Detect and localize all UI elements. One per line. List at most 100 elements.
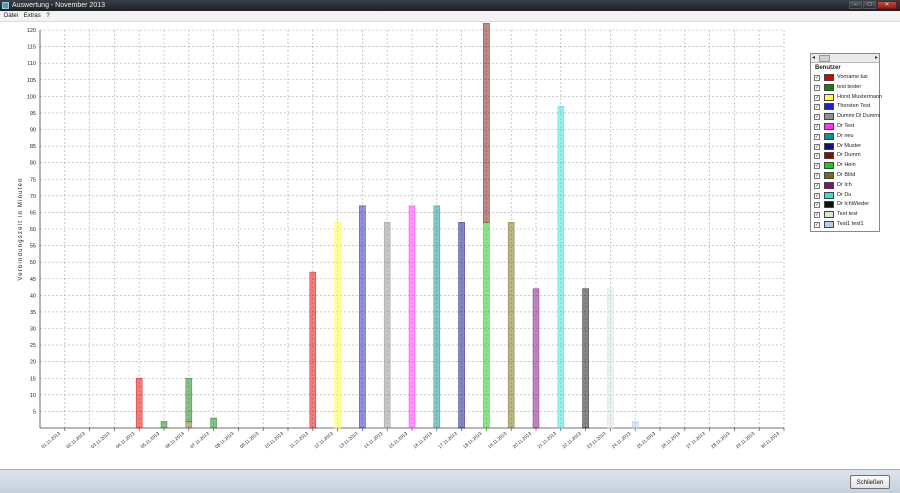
bar-segment	[507, 222, 515, 429]
bar-segment	[135, 377, 143, 429]
window-title: Auswertung - November 2013	[12, 2, 105, 9]
y-tick-label: 70	[30, 194, 36, 200]
legend-item[interactable]: ✓ Test test	[814, 210, 880, 219]
x-tick-label: 13.11.2013	[338, 431, 359, 450]
legend-item[interactable]: ✓ Dr Test	[814, 122, 880, 131]
legend-label: Dr Dumm	[837, 152, 861, 159]
maximize-button[interactable]: □	[863, 1, 876, 9]
legend-checkbox[interactable]: ✓	[814, 212, 820, 219]
scroll-right-icon[interactable]: ▸	[875, 54, 878, 62]
legend-swatch	[824, 172, 834, 179]
legend-checkbox[interactable]: ✓	[814, 84, 820, 91]
x-tick-label: 20.11.2013	[512, 431, 533, 450]
y-tick-label: 95	[30, 111, 36, 117]
bar-segment	[458, 222, 465, 429]
legend-swatch	[824, 123, 834, 130]
legend-swatch	[824, 191, 834, 199]
y-tick-label: 75	[30, 177, 36, 183]
legend-swatch	[824, 201, 834, 209]
legend-checkbox[interactable]: ✓	[814, 94, 820, 101]
x-tick-label: 11.11.2013	[289, 431, 310, 449]
legend-checkbox[interactable]: ✓	[814, 222, 820, 228]
legend-item[interactable]: ✓ Dummi Di Dummi	[814, 112, 880, 121]
legend-checkbox[interactable]: ✓	[814, 202, 820, 209]
y-tick-label: 105	[27, 78, 36, 84]
x-tick-label: 01.11.2013	[40, 431, 61, 450]
legend-item[interactable]: ✓ Dr IchWieder	[814, 200, 880, 209]
app-icon	[2, 2, 9, 9]
window-titlebar: Auswertung - November 2013 – □ ✕	[0, 0, 900, 11]
legend-checkbox[interactable]: ✓	[814, 143, 820, 150]
bottom-bar: Schließen	[0, 469, 900, 493]
legend-label: Dr neu	[837, 132, 854, 139]
legend-checkbox[interactable]: ✓	[814, 114, 820, 121]
legend-checkbox[interactable]: ✓	[814, 163, 820, 170]
menu-help[interactable]: ?	[46, 13, 49, 19]
legend-item[interactable]: ✓ Thorsten Test	[814, 102, 880, 111]
y-tick-label: 15	[30, 376, 36, 382]
close-button[interactable]: Schließen	[850, 475, 890, 489]
y-tick-label: 5	[33, 409, 36, 415]
y-tick-label: 65	[30, 210, 36, 216]
bar-segment	[532, 288, 540, 429]
scrollbar-thumb[interactable]	[819, 55, 830, 62]
x-tick-label: 28.11.2013	[710, 431, 731, 450]
menu-extras[interactable]: Extras	[24, 13, 41, 19]
legend-label: Dr IchWieder	[837, 201, 870, 208]
menu-datei[interactable]: Datei	[4, 13, 18, 19]
minimize-button[interactable]: –	[849, 1, 862, 9]
bar-segment	[309, 271, 317, 429]
x-tick-label: 29.11.2013	[735, 431, 756, 450]
y-tick-label: 60	[30, 227, 36, 233]
legend-item[interactable]: ✓ Dr Du	[814, 191, 880, 200]
bar-segment	[483, 222, 490, 429]
close-window-button[interactable]: ✕	[877, 1, 897, 9]
bar-segment	[359, 205, 366, 429]
legend-swatch	[824, 93, 834, 101]
legend-swatch	[824, 113, 834, 121]
legend-swatch	[824, 221, 834, 228]
legend-label: Dr Du	[837, 191, 852, 198]
legend-item[interactable]: ✓ Dr neu	[814, 132, 880, 141]
bar-segment	[160, 421, 168, 429]
legend-checkbox[interactable]: ✓	[814, 182, 820, 189]
legend-item[interactable]: ✓ Test1 test1	[814, 220, 880, 229]
legend-checkbox[interactable]: ✓	[814, 75, 820, 81]
legend-item[interactable]: ✓ test tester	[814, 83, 880, 92]
legend-scrollbar[interactable]: ◂ ▸	[811, 54, 879, 63]
bar-segment	[408, 205, 416, 429]
legend-checkbox[interactable]: ✓	[814, 153, 820, 160]
y-tick-label: 115	[27, 45, 36, 51]
legend-item[interactable]: ✓ Vorname kai	[814, 73, 880, 82]
legend-item[interactable]: ✓ Dr Hein	[814, 161, 880, 170]
legend-checkbox[interactable]: ✓	[814, 192, 820, 199]
legend-checkbox[interactable]: ✓	[814, 173, 820, 179]
legend-label: test tester	[837, 83, 862, 90]
legend-checkbox[interactable]: ✓	[814, 124, 820, 130]
legend-item[interactable]: ✓ Dr Muster	[814, 142, 880, 151]
bar-chart: 5 10 15 20 25 30 35 40 45 50 55 60 65 70 75 80 85 90 95 100…	[18, 23, 785, 450]
legend-label: Dr Ich	[837, 181, 852, 188]
legend-swatch	[824, 142, 834, 150]
bar-segment	[433, 205, 441, 429]
menu-bar: Datei Extras ?	[0, 11, 900, 22]
y-tick-label: 10	[30, 393, 36, 399]
x-tick-label: 23.11.2013	[586, 431, 607, 450]
legend-item[interactable]: ✓ Dr Blöd	[814, 171, 880, 180]
legend-item[interactable]: ✓ Dr Dumm	[814, 151, 880, 160]
x-tick-label: 10.11.2013	[264, 431, 285, 450]
legend-checkbox[interactable]: ✓	[814, 104, 820, 111]
bar-segment	[210, 417, 217, 429]
x-tick-label: 04.11.2013	[115, 431, 136, 450]
y-tick-label: 40	[30, 293, 36, 299]
legend-swatch	[824, 103, 834, 111]
legend-item[interactable]: ✓ Dr Ich	[814, 181, 880, 190]
legend-title: Benutzer	[815, 65, 841, 71]
x-tick-label: 15.11.2013	[388, 431, 409, 450]
scroll-left-icon[interactable]: ◂	[812, 54, 815, 62]
y-tick-label: 30	[30, 327, 36, 333]
legend-checkbox[interactable]: ✓	[814, 133, 820, 140]
legend-label: Thorsten Test	[837, 103, 871, 110]
legend-item[interactable]: ✓ Horst Mustermann	[814, 93, 882, 102]
x-tick-label: 09.11.2013	[239, 431, 260, 450]
